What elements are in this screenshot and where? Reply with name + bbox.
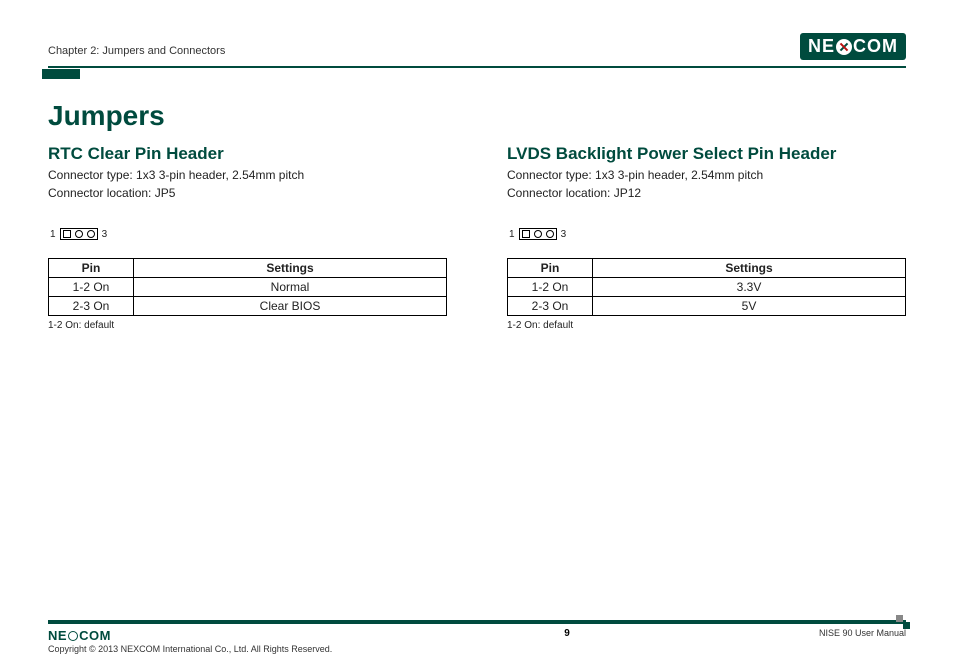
left-column: RTC Clear Pin Header Connector type: 1x3…	[48, 144, 447, 331]
connector-location-left: Connector location: JP5	[48, 184, 447, 202]
main-content: Jumpers RTC Clear Pin Header Connector t…	[48, 100, 906, 331]
header-tab-icon	[42, 69, 80, 79]
td-pin: 1-2 On	[508, 278, 593, 297]
manual-name: NISE 90 User Manual	[766, 628, 906, 638]
pin-start-label: 1	[50, 229, 56, 240]
pin-3-circle-icon	[87, 230, 95, 238]
td-settings: 3.3V	[593, 278, 906, 297]
table-row: 2-3 On Clear BIOS	[49, 297, 447, 316]
table-row: 1-2 On 3.3V	[508, 278, 906, 297]
footer-logo-right: COM	[79, 628, 111, 643]
pin-diagram-left: 1 3	[50, 228, 447, 240]
footer-rule	[48, 620, 906, 624]
td-settings: 5V	[593, 297, 906, 316]
nexcom-logo-icon: NE COM	[800, 33, 906, 60]
footer-row: NE COM Copyright © 2013 NEXCOM Internati…	[48, 628, 906, 654]
connector-type-right: Connector type: 1x3 3-pin header, 2.54mm…	[507, 166, 906, 184]
footnote-left: 1-2 On: default	[48, 320, 447, 331]
table-row: 1-2 On Normal	[49, 278, 447, 297]
footer-left: NE COM Copyright © 2013 NEXCOM Internati…	[48, 628, 368, 654]
td-settings: Normal	[134, 278, 447, 297]
section-title-right: LVDS Backlight Power Select Pin Header	[507, 144, 906, 164]
pin-end-label: 3	[102, 229, 108, 240]
pin-header-icon	[519, 228, 557, 240]
chapter-label: Chapter 2: Jumpers and Connectors	[48, 45, 225, 57]
page-header: Chapter 2: Jumpers and Connectors NE COM	[48, 30, 906, 60]
pin-2-circle-icon	[75, 230, 83, 238]
settings-table-left: Pin Settings 1-2 On Normal 2-3 On Clear …	[48, 258, 447, 316]
page-number: 9	[368, 628, 766, 639]
pin-1-square-icon	[63, 230, 71, 238]
copyright-text: Copyright © 2013 NEXCOM International Co…	[48, 644, 332, 654]
pin-3-circle-icon	[546, 230, 554, 238]
th-settings: Settings	[593, 259, 906, 278]
pin-diagram-right: 1 3	[509, 228, 906, 240]
logo-x-icon	[836, 39, 852, 55]
settings-table-right: Pin Settings 1-2 On 3.3V 2-3 On 5V	[507, 258, 906, 316]
brand-logo: NE COM	[800, 33, 906, 60]
td-pin: 1-2 On	[49, 278, 134, 297]
table-row: 2-3 On 5V	[508, 297, 906, 316]
logo-text-right: COM	[853, 36, 898, 57]
td-pin: 2-3 On	[49, 297, 134, 316]
pin-start-label: 1	[509, 229, 515, 240]
table-header-row: Pin Settings	[49, 259, 447, 278]
page-title: Jumpers	[48, 100, 906, 132]
connector-location-right: Connector location: JP12	[507, 184, 906, 202]
columns: RTC Clear Pin Header Connector type: 1x3…	[48, 144, 906, 331]
pin-2-circle-icon	[534, 230, 542, 238]
pin-header-icon	[60, 228, 98, 240]
page-footer: NE COM Copyright © 2013 NEXCOM Internati…	[48, 620, 906, 654]
pin-end-label: 3	[561, 229, 567, 240]
footer-logo-x-icon	[68, 631, 78, 641]
th-pin: Pin	[508, 259, 593, 278]
footer-logo-left: NE	[48, 628, 67, 643]
td-settings: Clear BIOS	[134, 297, 447, 316]
footer-corner-icon	[896, 615, 910, 629]
th-settings: Settings	[134, 259, 447, 278]
footer-logo-icon: NE COM	[48, 628, 111, 643]
logo-text-left: NE	[808, 36, 835, 57]
table-header-row: Pin Settings	[508, 259, 906, 278]
footnote-right: 1-2 On: default	[507, 320, 906, 331]
pin-1-square-icon	[522, 230, 530, 238]
section-title-left: RTC Clear Pin Header	[48, 144, 447, 164]
th-pin: Pin	[49, 259, 134, 278]
header-rule	[48, 66, 906, 68]
connector-type-left: Connector type: 1x3 3-pin header, 2.54mm…	[48, 166, 447, 184]
right-column: LVDS Backlight Power Select Pin Header C…	[507, 144, 906, 331]
td-pin: 2-3 On	[508, 297, 593, 316]
